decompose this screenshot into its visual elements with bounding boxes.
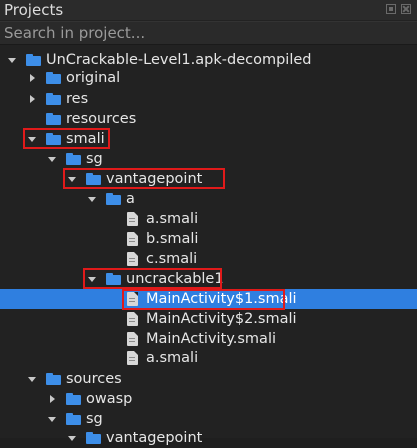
chevron-down-icon[interactable] bbox=[26, 369, 38, 389]
tree-item-label: vantagepoint bbox=[106, 430, 203, 446]
chevron-down-icon[interactable] bbox=[66, 169, 78, 189]
tree-item-label: owasp bbox=[86, 391, 133, 407]
tree-item-sources-sg[interactable]: sg bbox=[0, 409, 417, 429]
chevron-down-icon[interactable] bbox=[46, 409, 58, 429]
panel-titlebar: Projects bbox=[0, 0, 417, 20]
tree-item-label: smali bbox=[66, 131, 105, 147]
tree-item-vantagepoint[interactable]: vantagepoint bbox=[0, 169, 417, 189]
chevron-down-icon[interactable] bbox=[6, 50, 18, 70]
tree-item-label: a.smali bbox=[146, 211, 199, 227]
file-icon bbox=[127, 232, 138, 246]
folder-icon bbox=[86, 173, 102, 185]
tree-item-label: sg bbox=[86, 151, 103, 167]
chevron-down-icon[interactable] bbox=[86, 269, 98, 289]
folder-icon bbox=[66, 413, 82, 425]
search-input[interactable] bbox=[0, 22, 417, 44]
tree-item-mainactivity-1-smali[interactable]: MainActivity$1.smali bbox=[0, 289, 417, 309]
tree-item-a[interactable]: a bbox=[0, 189, 417, 209]
tree-item-label: original bbox=[66, 70, 121, 86]
chevron-down-icon[interactable] bbox=[86, 189, 98, 209]
tree-item-label: UnCrackable-Level1.apk-decompiled bbox=[46, 52, 312, 68]
tree-item-label: MainActivity$2.smali bbox=[146, 311, 297, 327]
folder-icon bbox=[66, 393, 82, 405]
folder-icon bbox=[106, 193, 122, 205]
tree-item-label: res bbox=[66, 91, 89, 107]
chevron-down-icon[interactable] bbox=[46, 149, 58, 169]
tree-item-mainactivity-smali[interactable]: MainActivity.smali bbox=[0, 329, 417, 349]
tree-item-label: uncrackable1 bbox=[126, 271, 224, 287]
tree-item-a-smali[interactable]: a.smali bbox=[0, 209, 417, 229]
search-bar bbox=[0, 21, 417, 45]
tree-item-label: MainActivity.smali bbox=[146, 331, 277, 347]
file-icon bbox=[127, 212, 138, 226]
tree-item-c-smali[interactable]: c.smali bbox=[0, 249, 417, 269]
tree-item-resources[interactable]: resources bbox=[0, 109, 417, 129]
chevron-down-icon[interactable] bbox=[66, 428, 78, 448]
tree-item-b-smali[interactable]: b.smali bbox=[0, 229, 417, 249]
chevron-right-icon[interactable] bbox=[46, 389, 58, 409]
tree-item-sources[interactable]: sources bbox=[0, 369, 417, 389]
tree-item-root[interactable]: UnCrackable-Level1.apk-decompiled bbox=[0, 50, 417, 70]
folder-icon bbox=[86, 432, 102, 444]
float-icon[interactable] bbox=[386, 4, 396, 14]
project-panel: Projects UnCrackable-Level1.apk-decompil… bbox=[0, 0, 417, 446]
panel-title: Projects bbox=[4, 1, 64, 19]
tree-item-sg[interactable]: sg bbox=[0, 149, 417, 169]
file-icon bbox=[127, 252, 138, 266]
tree-item-res[interactable]: res bbox=[0, 89, 417, 109]
tree-item-uncrackable1[interactable]: uncrackable1 bbox=[0, 269, 417, 289]
tree-item-label: sg bbox=[86, 411, 103, 427]
tree-item-owasp[interactable]: owasp bbox=[0, 389, 417, 409]
chevron-right-icon[interactable] bbox=[26, 68, 38, 88]
tree-item-label: sources bbox=[66, 371, 122, 387]
file-icon bbox=[127, 332, 138, 346]
tree-item-uncrackable-a-smali[interactable]: a.smali bbox=[0, 348, 417, 368]
folder-icon bbox=[46, 93, 62, 105]
tree-item-mainactivity-2-smali[interactable]: MainActivity$2.smali bbox=[0, 309, 417, 329]
close-icon[interactable] bbox=[401, 4, 411, 14]
folder-icon bbox=[106, 273, 122, 285]
tree-item-sources-vantagepoint[interactable]: vantagepoint bbox=[0, 428, 417, 448]
tree-item-label: a bbox=[126, 191, 135, 207]
file-icon bbox=[127, 292, 138, 306]
file-icon bbox=[127, 312, 138, 326]
tree-item-label: b.smali bbox=[146, 231, 199, 247]
folder-icon bbox=[46, 373, 62, 385]
file-icon bbox=[127, 351, 138, 365]
project-tree: UnCrackable-Level1.apk-decompiled origin… bbox=[0, 48, 417, 446]
chevron-right-icon[interactable] bbox=[26, 89, 38, 109]
tree-item-smali[interactable]: smali bbox=[0, 129, 417, 149]
folder-icon bbox=[26, 54, 42, 66]
tree-item-label: vantagepoint bbox=[106, 171, 203, 187]
tree-item-label: MainActivity$1.smali bbox=[146, 291, 297, 307]
folder-icon bbox=[46, 133, 62, 145]
tree-item-label: c.smali bbox=[146, 251, 198, 267]
chevron-down-icon[interactable] bbox=[26, 129, 38, 149]
tree-item-label: resources bbox=[66, 111, 137, 127]
folder-icon bbox=[66, 153, 82, 165]
tree-item-original[interactable]: original bbox=[0, 68, 417, 88]
folder-icon bbox=[46, 113, 62, 125]
folder-icon bbox=[46, 72, 62, 84]
tree-item-label: a.smali bbox=[146, 350, 199, 366]
